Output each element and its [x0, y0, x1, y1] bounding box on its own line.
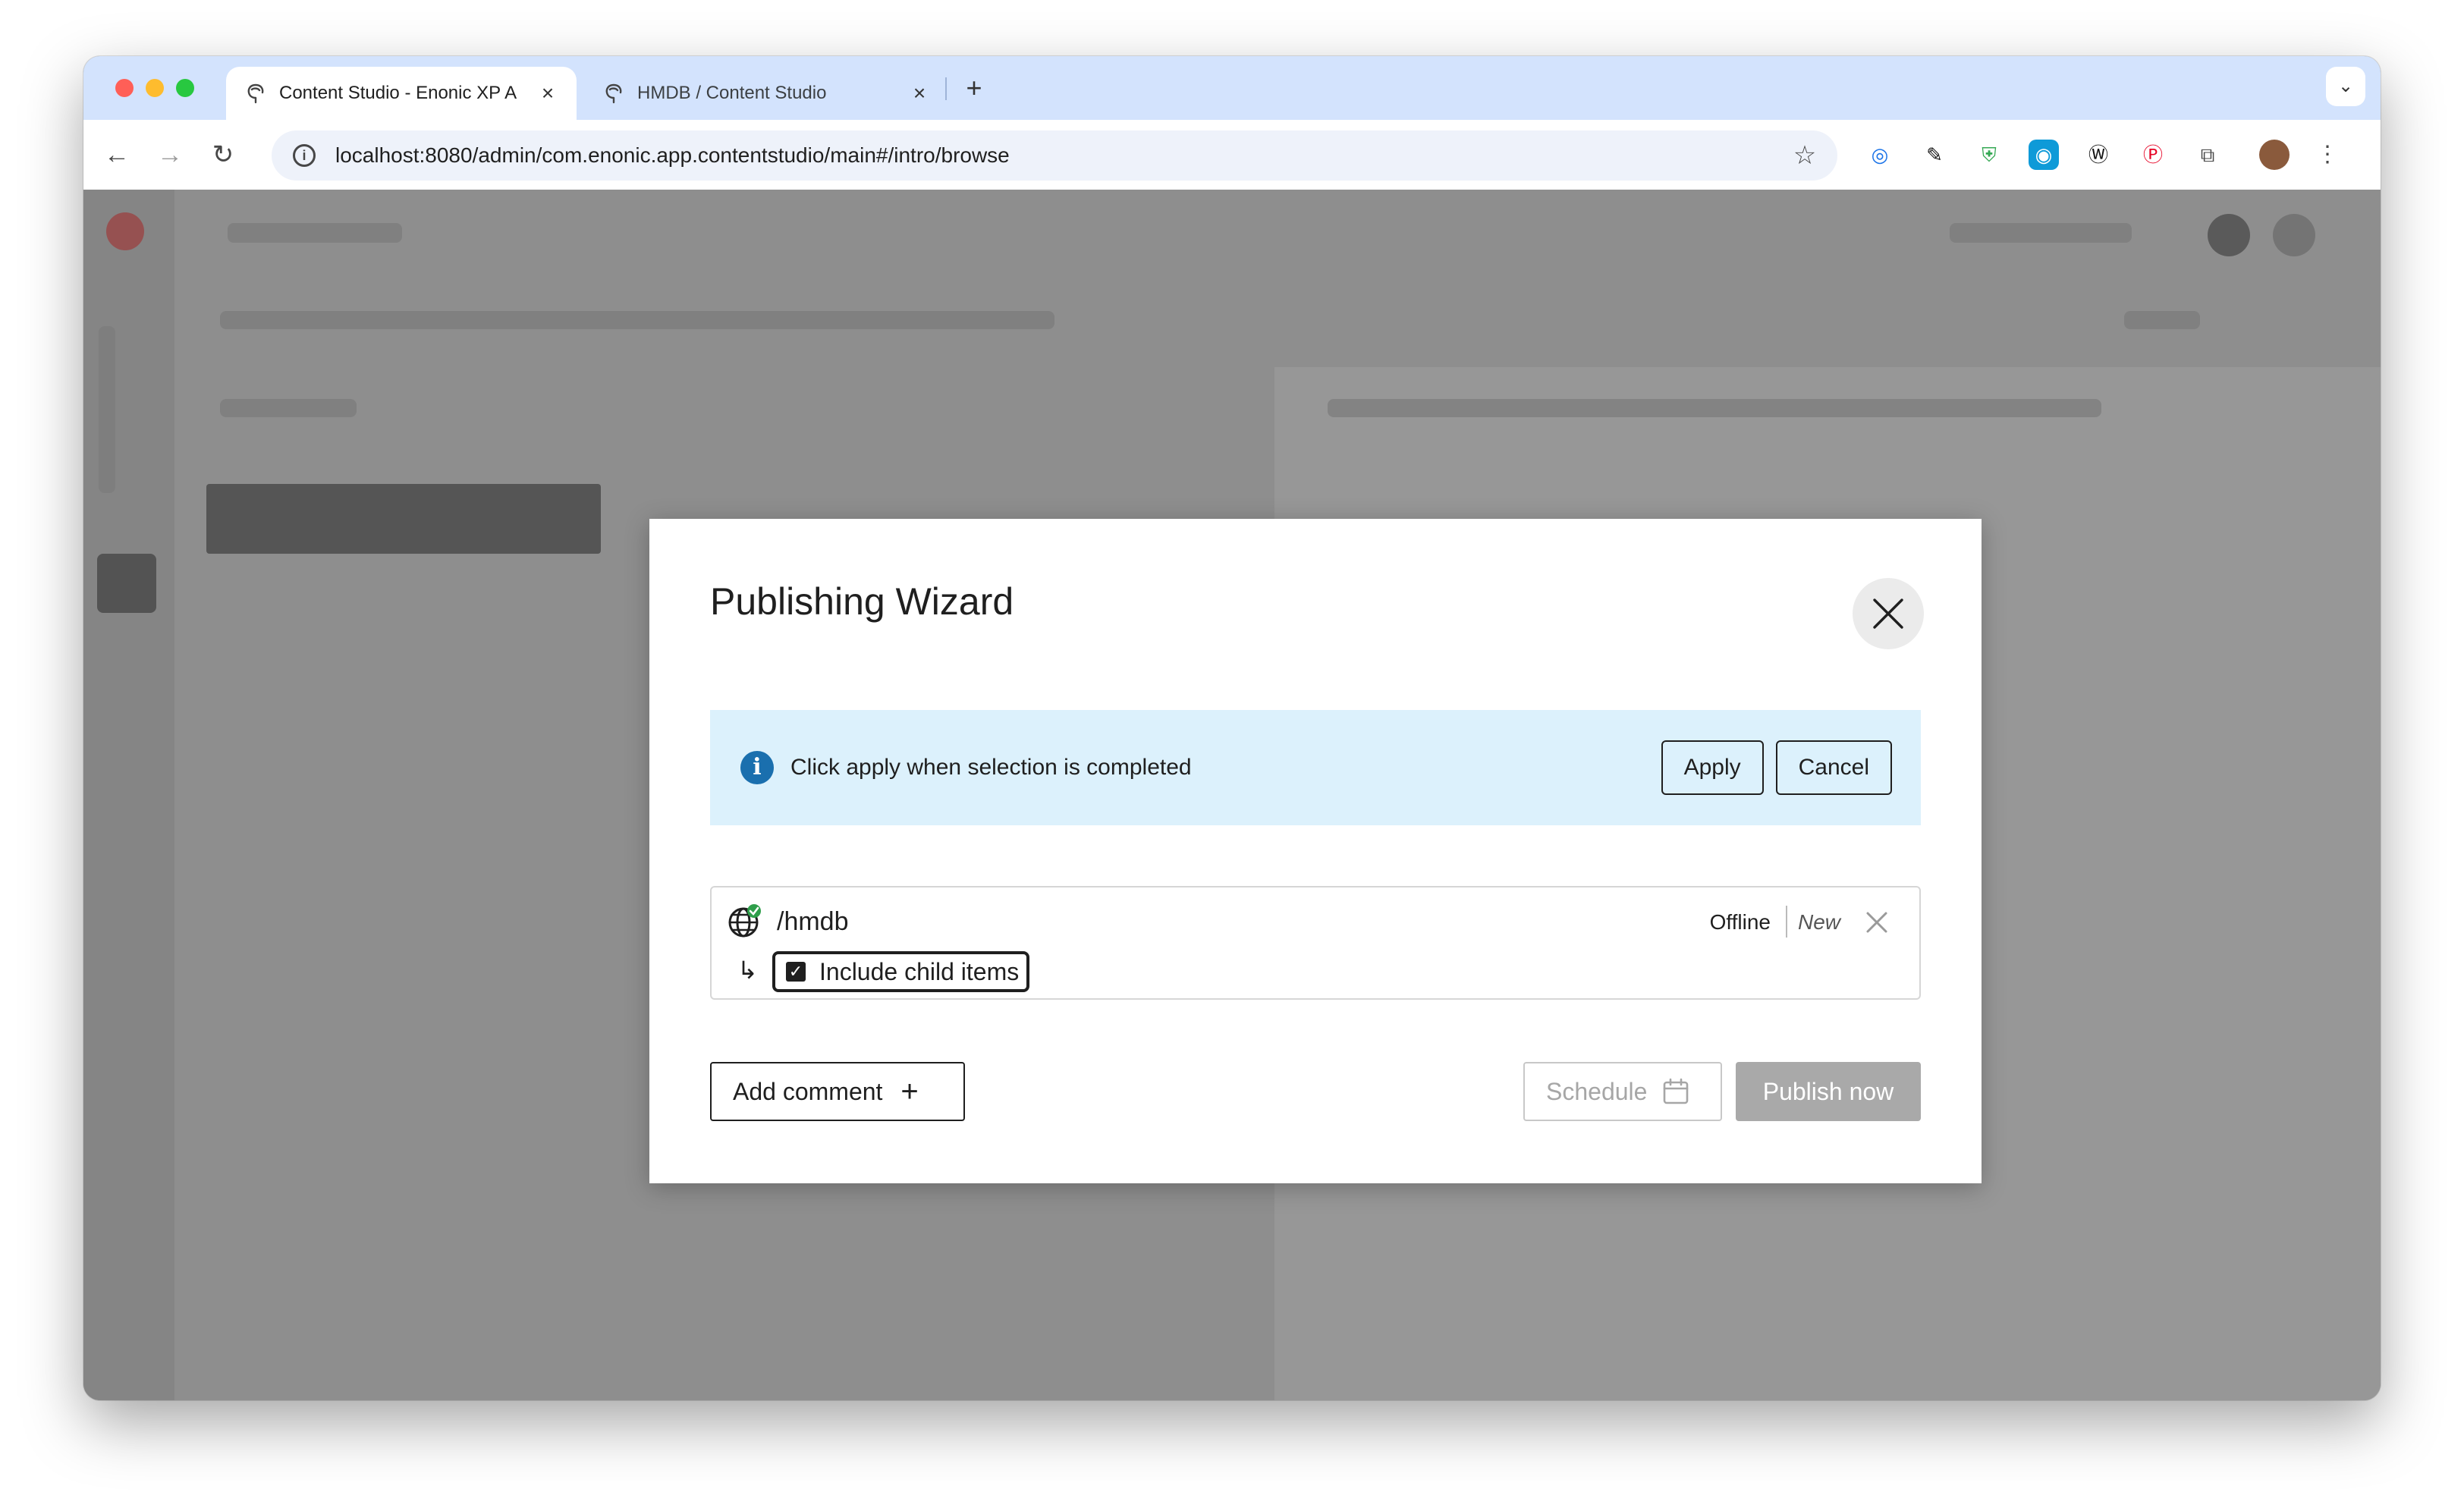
issues-placeholder [1950, 223, 2132, 243]
extension-eyedropper-icon[interactable]: ✎ [1919, 140, 1950, 170]
remove-item-close-icon[interactable] [1862, 907, 1892, 938]
checkbox-checked-icon: ✓ [786, 962, 806, 982]
add-comment-label: Add comment [733, 1077, 883, 1105]
extension-wordpress-icon[interactable]: Ⓦ [2083, 140, 2114, 170]
project-selector-placeholder [228, 223, 402, 243]
child-arrow-icon: ↳ [737, 957, 758, 984]
apply-button[interactable]: Apply [1661, 740, 1764, 795]
close-window-button[interactable] [115, 79, 134, 97]
info-banner: i Click apply when selection is complete… [710, 710, 1921, 825]
publish-placeholder [2124, 311, 2200, 329]
close-dialog-button[interactable] [1853, 578, 1924, 649]
banner-text: Click apply when selection is completed [790, 755, 1192, 780]
include-child-items-checkbox[interactable]: ✓ Include child items [772, 951, 1030, 992]
maximize-window-button[interactable] [176, 79, 194, 97]
include-child-items-label: Include child items [819, 957, 1020, 985]
toolbar-placeholder [220, 311, 1054, 329]
sidebar-label-placeholder [99, 326, 115, 493]
tab-title: Content Studio - Enonic XP A [279, 83, 517, 103]
add-comment-button[interactable]: Add comment + [710, 1062, 965, 1121]
app-logo [106, 212, 144, 250]
item-path: /hmdb [777, 907, 849, 936]
bookmark-star-icon[interactable]: ☆ [1786, 140, 1824, 171]
new-tab-button[interactable]: + [957, 71, 991, 105]
address-bar[interactable]: i localhost:8080/admin/com.enonic.app.co… [272, 130, 1837, 181]
browser-toolbar: ← → ↻ i localhost:8080/admin/com.enonic.… [83, 120, 2381, 190]
reload-icon[interactable]: ↻ [203, 135, 243, 174]
extension-pinterest-icon[interactable]: Ⓟ [2138, 140, 2168, 170]
tab-divider [945, 77, 947, 100]
tab-close-icon[interactable]: × [537, 81, 558, 105]
tab-content-studio[interactable]: Content Studio - Enonic XP A × [226, 67, 577, 120]
close-icon [1873, 598, 1903, 629]
schedule-button[interactable]: Schedule [1523, 1062, 1722, 1121]
extension-shield-icon[interactable]: ⛨ [1974, 140, 2004, 170]
version-history-placeholder [1328, 399, 2101, 417]
content-row-placeholder [206, 484, 601, 554]
site-info-icon[interactable]: i [293, 144, 316, 167]
status-divider [1786, 906, 1787, 938]
cancel-button[interactable]: Cancel [1775, 740, 1892, 795]
url-text: localhost:8080/admin/com.enonic.app.cont… [335, 143, 1010, 167]
tab-search-chevron-down-icon[interactable]: ⌄ [2326, 67, 2365, 106]
select-all-placeholder [220, 399, 357, 417]
app-switcher-placeholder [2273, 214, 2315, 256]
extension-globe-icon[interactable]: ◉ [2029, 140, 2059, 170]
dialog-title: Publishing Wizard [710, 580, 1014, 623]
back-arrow-icon[interactable]: ← [97, 135, 137, 174]
enonic-favicon-icon [602, 82, 625, 105]
minimize-window-button[interactable] [146, 79, 164, 97]
publish-now-button[interactable]: Publish now [1736, 1062, 1921, 1121]
browser-window: Content Studio - Enonic XP A × HMDB / Co… [83, 56, 2381, 1400]
tab-title: HMDB / Content Studio [637, 83, 827, 103]
info-icon: i [740, 751, 774, 784]
forward-arrow-icon[interactable]: → [150, 135, 190, 174]
item-state-label: New [1797, 910, 1840, 934]
browser-menu-icon[interactable]: ⋮ [2312, 140, 2343, 170]
item-status-badge: Offline [1709, 910, 1771, 934]
extension-password-icon[interactable]: ◎ [1865, 140, 1895, 170]
enonic-favicon-icon [244, 82, 267, 105]
sidebar-item-placeholder [97, 554, 156, 613]
plus-icon: + [900, 1074, 919, 1108]
tab-strip: Content Studio - Enonic XP A × HMDB / Co… [83, 56, 2381, 120]
globe-site-icon [728, 904, 761, 938]
user-avatar-placeholder [2208, 214, 2250, 256]
tab-hmdb[interactable]: HMDB / Content Studio × [584, 67, 948, 120]
publish-item: /hmdb Offline New ↳ ✓ Include child item… [710, 886, 1921, 1000]
profile-avatar[interactable] [2259, 140, 2290, 170]
app-sidebar [83, 190, 174, 1400]
calendar-icon [1664, 1078, 1689, 1104]
publishing-wizard-dialog: Publishing Wizard i Click apply when sel… [649, 519, 1982, 1183]
schedule-label: Schedule [1546, 1077, 1648, 1105]
extensions-puzzle-icon[interactable]: ⧉ [2192, 140, 2223, 170]
tab-close-icon[interactable]: × [909, 81, 930, 105]
